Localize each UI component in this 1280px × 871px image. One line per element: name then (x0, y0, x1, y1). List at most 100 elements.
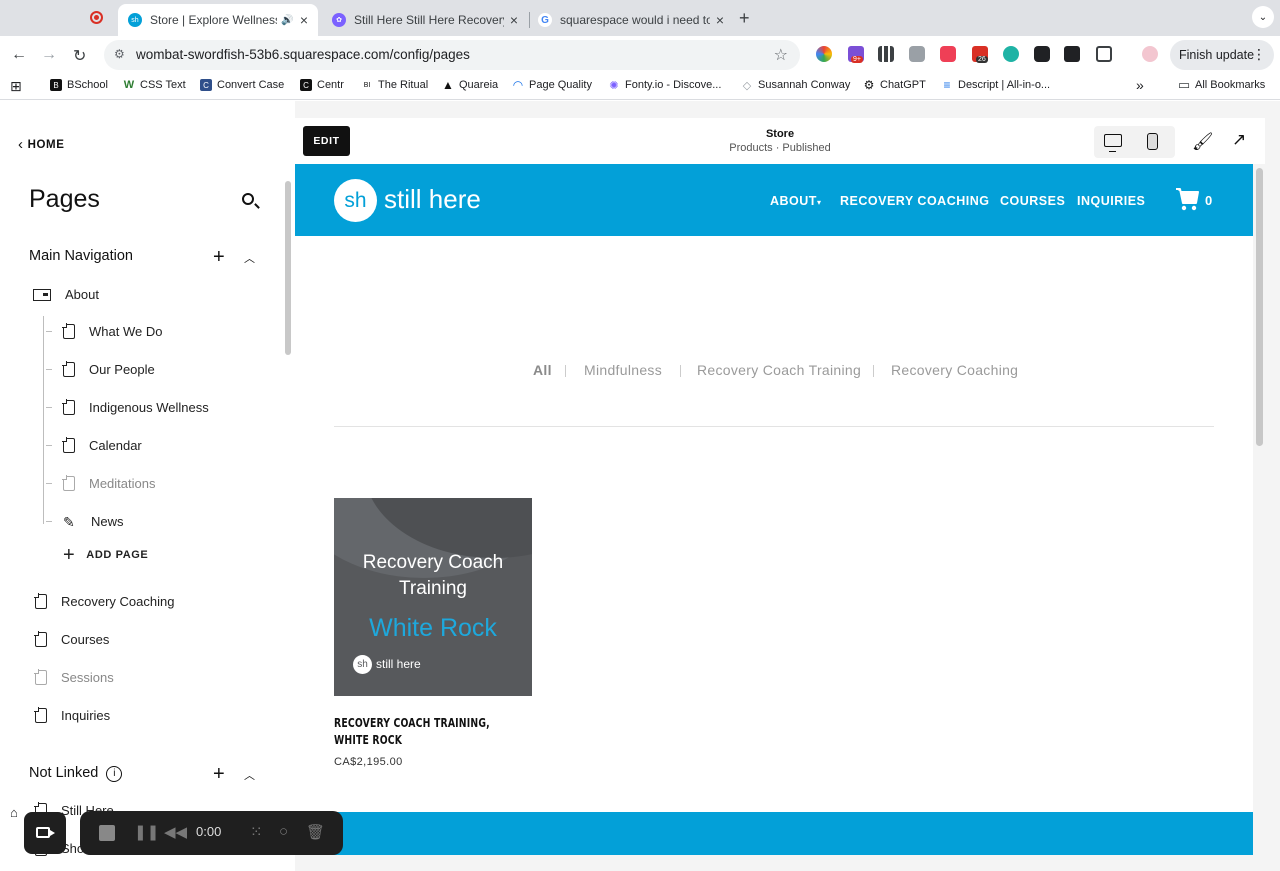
bookmark-chatgpt[interactable]: ⚙ ChatGPT (863, 78, 926, 92)
camera-extension-icon[interactable] (909, 46, 925, 62)
close-tab-icon[interactable]: × (300, 12, 308, 28)
font-extension-icon[interactable] (1064, 46, 1080, 62)
site-preview: sh still here ABOUT▾ RECOVERY COACHING C… (295, 164, 1253, 855)
site-styles-brush-icon[interactable]: 🖌 (1192, 132, 1214, 152)
add-not-linked-icon[interactable]: + (213, 764, 225, 784)
nav-item-meditations[interactable]: Meditations (46, 475, 155, 491)
all-bookmarks-folder[interactable]: ▭ All Bookmarks (1178, 77, 1265, 92)
site-nav-about[interactable]: ABOUT▾ (770, 194, 821, 208)
restart-icon[interactable]: ○ (279, 823, 288, 840)
audio-icon[interactable]: 🔊 (281, 15, 293, 26)
filter-mindfulness[interactable]: Mindfulness (584, 362, 662, 378)
product-image[interactable]: Recovery Coach Training White Rock sh sti… (334, 498, 532, 696)
pocket-extension-icon[interactable] (940, 46, 956, 62)
more-bookmarks-chevron-icon[interactable]: » (1136, 77, 1144, 93)
fonty-icon: ✺ (608, 79, 620, 92)
reload-icon[interactable]: ↻ (73, 46, 86, 66)
open-external-arrow-icon[interactable]: ↗ (1232, 130, 1246, 150)
pause-icon[interactable]: ❚❚ (134, 823, 159, 841)
panel-scrollbar[interactable] (285, 181, 291, 355)
bookmark-susannah-conway[interactable]: ◇ Susannah Conway (741, 79, 850, 92)
site-header: sh still here ABOUT▾ RECOVERY COACHING C… (295, 164, 1253, 236)
back-arrow-icon[interactable]: ← (11, 46, 27, 64)
apps-icon[interactable]: ⊞ (10, 78, 22, 95)
rewind-icon[interactable]: ◀◀ (164, 823, 187, 841)
nav-item-recovery-coaching[interactable]: Recovery Coaching (34, 593, 174, 609)
collapse-caret-icon[interactable]: ︿ (244, 250, 255, 266)
site-nav-courses[interactable]: COURSES (1000, 194, 1065, 208)
site-logo-text[interactable]: still here (384, 184, 481, 215)
w-icon: W (123, 79, 135, 91)
puzzle-extensions-icon[interactable] (1096, 46, 1112, 62)
bookmark-css-text[interactable]: W CSS Text (123, 79, 186, 91)
page-icon (62, 361, 75, 377)
bookmark-fonty[interactable]: ✺ Fonty.io - Discove... (608, 79, 721, 92)
site-nav-inquiries[interactable]: INQUIRIES (1077, 194, 1145, 208)
site-info-icon[interactable]: ⚙ (114, 47, 125, 61)
product-price: CA$2,195.00 (334, 756, 403, 768)
nav-item-news[interactable]: ✎ News (46, 514, 124, 529)
cart-count[interactable]: 0 (1205, 193, 1212, 208)
bookmark-convert-case[interactable]: C Convert Case (200, 79, 284, 91)
site-nav-recovery-coaching[interactable]: RECOVERY COACHING (840, 194, 990, 208)
m-extension-icon[interactable] (1003, 46, 1019, 62)
forward-arrow-icon[interactable]: → (41, 46, 57, 64)
add-page-button[interactable]: + ADD PAGE (63, 545, 148, 565)
bookmark-bschool[interactable]: B BSchool (50, 79, 108, 91)
bookmark-quareia[interactable]: ▲ Quareia (442, 78, 498, 92)
recorder-camera-button[interactable] (24, 812, 66, 854)
nav-item-about[interactable]: About (33, 287, 99, 302)
cart-icon[interactable] (1175, 186, 1199, 212)
preview-scrollbar[interactable] (1256, 168, 1263, 446)
nav-item-what-we-do[interactable]: What We Do (46, 323, 162, 339)
nav-item-sessions[interactable]: Sessions (34, 669, 114, 685)
close-tab-icon[interactable]: × (510, 12, 518, 28)
close-tab-icon[interactable]: × (716, 12, 724, 28)
page-icon (34, 631, 47, 647)
google-favicon-icon: G (538, 13, 552, 27)
product-image-logo-mark: sh (353, 655, 372, 674)
filter-recovery-coaching[interactable]: Recovery Coaching (891, 362, 1018, 378)
bookmark-the-ritual[interactable]: BI The Ritual (361, 79, 428, 91)
nav-item-inquiries[interactable]: Inquiries (34, 707, 110, 723)
grid-icon[interactable]: ⁙ (250, 823, 263, 841)
tab-google-search[interactable]: G squarespace would i need to × (528, 4, 734, 36)
tab-search-chevron-icon[interactable]: ⌄ (1252, 6, 1274, 28)
recording-timer: 0:00 (196, 824, 222, 839)
home-link[interactable]: ‹ HOME (18, 135, 65, 153)
extension-badge: 9+ (851, 56, 863, 63)
collapse-caret-icon[interactable]: ︿ (244, 767, 255, 783)
nav-item-calendar[interactable]: Calendar (46, 437, 142, 453)
info-icon[interactable]: i (106, 765, 123, 782)
bookmark-star-icon[interactable]: ☆ (774, 45, 788, 65)
filter-all[interactable]: All (533, 362, 552, 378)
nav-item-our-people[interactable]: Our People (46, 361, 155, 377)
bookmark-descript[interactable]: ≡ Descript | All-in-o... (941, 78, 1050, 92)
stop-icon[interactable] (99, 825, 115, 841)
color-picker-extension-icon[interactable] (816, 46, 832, 62)
nav-item-courses[interactable]: Courses (34, 631, 109, 647)
product-name[interactable]: RECOVERY COACH TRAINING, WHITE ROCK (334, 715, 497, 749)
desktop-view-icon[interactable] (1104, 134, 1122, 152)
tab-store[interactable]: sh Store | Explore Wellness ( 🔊 × (118, 4, 318, 36)
site-logo-mark[interactable]: sh (334, 179, 377, 222)
more-menu-icon[interactable]: ⋮ (1252, 46, 1266, 63)
trash-icon[interactable]: 🗑 (306, 823, 325, 841)
new-tab-icon[interactable]: + (739, 8, 750, 29)
add-main-nav-icon[interactable]: + (213, 247, 225, 267)
mobile-view-icon[interactable] (1147, 133, 1158, 150)
extension-badge: 26 (976, 56, 988, 63)
apps-grid-extension-icon[interactable] (878, 46, 894, 62)
nav-item-indigenous-wellness[interactable]: Indigenous Wellness (46, 399, 209, 415)
search-icon[interactable] (242, 193, 254, 205)
bookmark-page-quality[interactable]: ◠ Page Quality (512, 78, 592, 92)
finish-update-button[interactable]: Finish update ⋮ (1170, 40, 1274, 70)
profile-avatar-icon[interactable] (1142, 46, 1158, 62)
address-bar[interactable]: ⚙ wombat-swordfish-53b6.squarespace.com/… (104, 40, 800, 70)
url-text[interactable]: wombat-swordfish-53b6.squarespace.com/co… (136, 47, 470, 62)
tools-extension-icon[interactable] (1034, 46, 1050, 62)
filter-recovery-coach-training[interactable]: Recovery Coach Training (697, 362, 861, 378)
bookmark-centr[interactable]: C Centr (300, 79, 344, 91)
chatgpt-icon: ⚙ (863, 78, 875, 92)
tab-still-here[interactable]: ✿ Still Here Still Here Recovery × (322, 4, 528, 36)
